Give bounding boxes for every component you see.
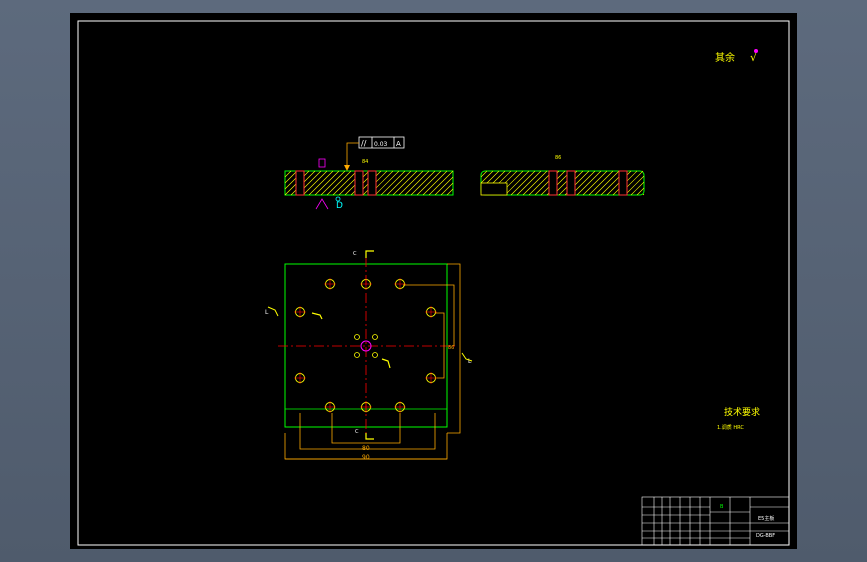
hatch-line: [392, 170, 418, 196]
cad-drawing: 其余 √ // 0.03 A 84 D 86 80 90 86 C C L L …: [77, 20, 790, 546]
hatch-line: [314, 170, 340, 196]
datum-mark: D: [336, 201, 343, 211]
hatch-line: [284, 170, 298, 184]
hatch-line: [386, 170, 412, 196]
tech-requirements-title: 技术要求: [724, 406, 760, 418]
hatch-line: [422, 170, 448, 196]
tolerance-datum: A: [396, 140, 401, 148]
roughness-marker: [754, 49, 758, 53]
title-block-drawing-title: E5主板: [758, 515, 774, 522]
section-right-pocket: [480, 182, 508, 196]
section-right-hole-2: [566, 170, 576, 196]
dim-bottom-2: 90: [362, 454, 370, 461]
section-arrow-right-2: [381, 358, 391, 369]
section-mark-right: L: [468, 358, 472, 365]
section-left-hole-1: [295, 170, 305, 196]
hatch-line: [332, 170, 358, 196]
hatch-line: [416, 170, 442, 196]
center-small-hole: [354, 334, 360, 340]
datum-symbol: [315, 198, 329, 210]
hatch-line: [380, 170, 406, 196]
hatch-line: [398, 170, 424, 196]
section-view-right: [480, 170, 645, 196]
section-arrow-left: [267, 306, 279, 317]
hatch-line: [594, 170, 620, 196]
hatch-line: [284, 170, 292, 178]
dim-bottom: 80: [362, 445, 370, 452]
dim-label-2: 86: [555, 155, 561, 161]
hatch-line: [302, 170, 328, 196]
roughness-symbol: √: [750, 51, 758, 64]
section-mark-top: C: [353, 251, 357, 257]
section-arrow-left-2: [311, 312, 323, 320]
section-mark-left: L: [265, 309, 269, 316]
hatch-line: [308, 170, 334, 196]
tech-requirements-item: 1.调质 HRC: [717, 424, 744, 431]
title-block-material: B: [720, 504, 724, 510]
tolerance-symbol: //: [361, 139, 367, 148]
section-arrow-bottom: [365, 433, 374, 440]
other-surfaces-label: 其余: [715, 51, 735, 64]
hatch-line: [410, 170, 436, 196]
cad-viewport[interactable]: 其余 √ // 0.03 A 84 D 86 80 90 86 C C L L …: [70, 13, 797, 549]
hatch-line: [510, 170, 536, 196]
center-small-hole: [372, 352, 378, 358]
drawing-frame: [77, 20, 790, 546]
hatch-line: [428, 170, 454, 196]
section-right-hole-3: [618, 170, 628, 196]
hatch-line: [522, 170, 548, 196]
dim-right: 86: [448, 345, 454, 351]
roughness-left: [318, 158, 326, 168]
hatch-line: [320, 170, 346, 196]
hatch-line: [588, 170, 614, 196]
hatch-line: [504, 170, 530, 196]
section-left-hole-2: [354, 170, 364, 196]
hatch-line: [326, 170, 352, 196]
section-left-hole-3: [367, 170, 377, 196]
tolerance-frame: // 0.03 A: [344, 136, 405, 171]
hatch-line: [630, 181, 645, 196]
hatch-line: [404, 170, 430, 196]
plan-dimensions: [284, 263, 461, 460]
section-right-hole-1: [548, 170, 558, 196]
hatch-line: [440, 182, 454, 196]
section-view-left: [284, 170, 454, 196]
section-mark-bottom: C: [355, 429, 359, 435]
section-arrow-top: [365, 250, 374, 258]
hatch-line: [576, 170, 602, 196]
hatch-line: [582, 170, 608, 196]
center-small-hole: [354, 352, 360, 358]
tolerance-value: 0.03: [374, 141, 388, 148]
hatch-line: [516, 170, 542, 196]
center-small-hole: [372, 334, 378, 340]
bolt-holes: [294, 278, 437, 413]
hatch-line: [480, 170, 494, 184]
hatch-line: [446, 188, 454, 196]
hatch-line: [374, 170, 400, 196]
title-block-drawing-code: DG-BBF: [756, 533, 775, 539]
hatch-line: [624, 175, 645, 196]
plan-view: 80 90 86 C C L L: [265, 250, 473, 461]
dim-label-1: 84: [362, 159, 368, 165]
